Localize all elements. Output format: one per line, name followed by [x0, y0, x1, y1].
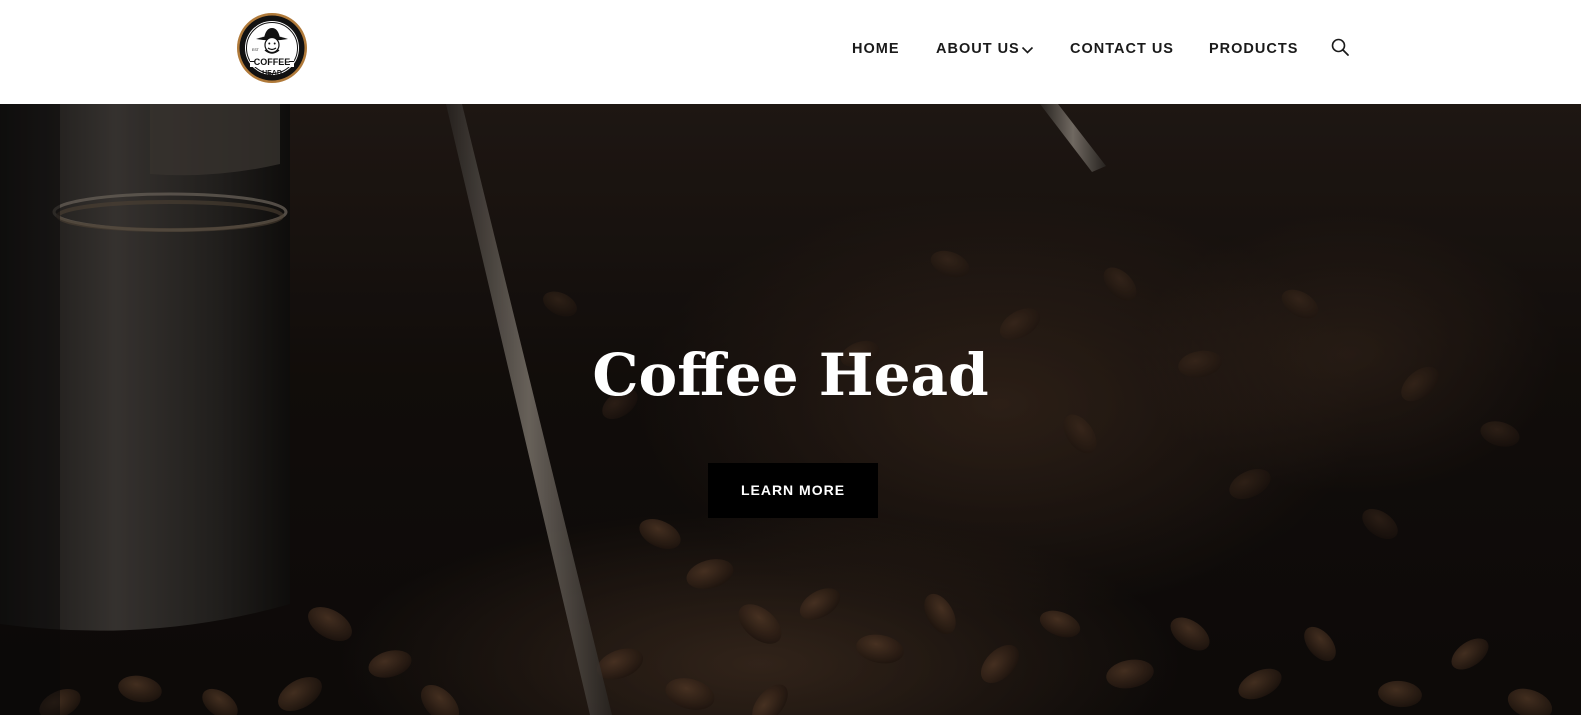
hero-title: Coffee Head: [592, 341, 989, 409]
nav-item-home[interactable]: HOME: [852, 40, 900, 58]
hero-section: Coffee Head LEARN MORE: [0, 104, 1581, 715]
nav-item-products[interactable]: PRODUCTS: [1209, 40, 1298, 58]
learn-more-button[interactable]: LEARN MORE: [708, 463, 878, 518]
main-nav: HOME ABOUT US CONTACT US PRODUCTS: [0, 0, 1581, 96]
chevron-down-icon: [1021, 42, 1034, 54]
site-header: COFFEE HEAD EST HOME ABOUT US CONTACT US…: [0, 0, 1581, 104]
nav-item-about-us-label: ABOUT US: [936, 41, 1020, 57]
nav-item-about-us[interactable]: ABOUT US: [936, 40, 1034, 58]
search-icon: [1330, 38, 1350, 61]
nav-item-contact-us[interactable]: CONTACT US: [1070, 40, 1174, 58]
search-button[interactable]: [1330, 37, 1350, 57]
